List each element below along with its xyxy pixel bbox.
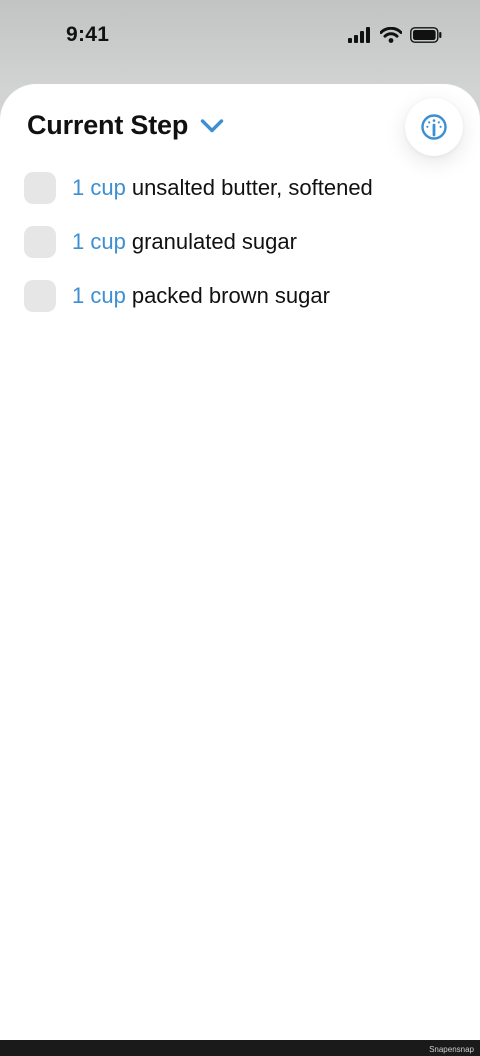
- status-time: 9:41: [66, 23, 110, 46]
- current-step-sheet: Current Step 1 cup unsalted butter, softe…: [0, 84, 480, 1040]
- status-icons: [348, 26, 442, 44]
- status-bar: 9:41: [0, 0, 480, 72]
- ingredient-checkbox[interactable]: [24, 226, 56, 258]
- ingredient-row: 1 cup unsalted butter, softened: [24, 161, 464, 215]
- ingredient-checkbox[interactable]: [24, 280, 56, 312]
- wifi-icon: [380, 27, 402, 43]
- ingredient-quantity: 1 cup: [72, 283, 126, 308]
- ingredient-row: 1 cup packed brown sugar: [24, 269, 464, 323]
- ingredient-list: 1 cup unsalted butter, softened 1 cup gran…: [24, 161, 464, 323]
- sheet-title: Current Step: [27, 110, 189, 140]
- gauge-info-button[interactable]: [405, 98, 463, 156]
- ingredient-quantity: 1 cup: [72, 229, 126, 254]
- battery-icon: [410, 27, 442, 43]
- sheet-header[interactable]: Current Step: [27, 110, 224, 141]
- ingredient-text: 1 cup unsalted butter, softened: [72, 175, 373, 201]
- ingredient-quantity: 1 cup: [72, 175, 126, 200]
- ingredient-text: 1 cup granulated sugar: [72, 229, 297, 255]
- chevron-down-icon[interactable]: [200, 118, 224, 134]
- cellular-signal-icon: [348, 27, 370, 43]
- ingredient-text: 1 cup packed brown sugar: [72, 283, 330, 309]
- bottom-bar: Snapensnap: [0, 1040, 480, 1056]
- ingredient-name: granulated sugar: [131, 229, 297, 254]
- ingredient-name: unsalted butter, softened: [131, 175, 373, 200]
- gauge-info-icon: [421, 114, 447, 140]
- ingredient-checkbox[interactable]: [24, 172, 56, 204]
- ingredient-name: packed brown sugar: [131, 283, 330, 308]
- watermark: Snapensnap: [429, 1045, 474, 1054]
- ingredient-row: 1 cup granulated sugar: [24, 215, 464, 269]
